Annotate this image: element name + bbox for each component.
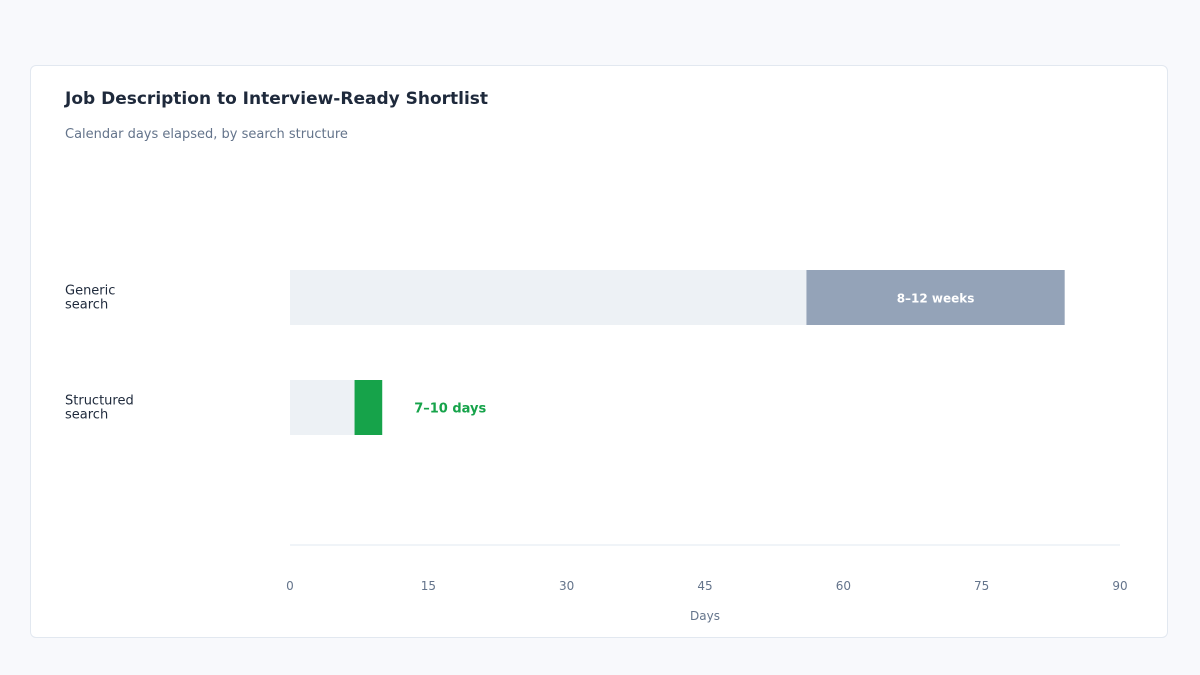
generic-category-label: Generic search [65,284,115,313]
x-tick-label: 30 [559,579,574,593]
x-tick-label: 90 [1112,579,1127,593]
x-tick-label: 0 [286,579,294,593]
x-tick-label: 60 [836,579,851,593]
structured-range-bar [354,380,383,435]
x-tick-label: 75 [974,579,989,593]
x-tick-label: 15 [421,579,436,593]
generic-data-label: 8–12 weeks [897,292,975,306]
bar-chart: Generic search 8–12 weeks Structured search 7… [65,270,1128,623]
structured-category-label: Structured search [65,394,134,423]
x-tick-label: 45 [697,579,712,593]
structured-data-label: 7–10 days [414,402,486,417]
x-axis-title: Days [690,609,720,623]
